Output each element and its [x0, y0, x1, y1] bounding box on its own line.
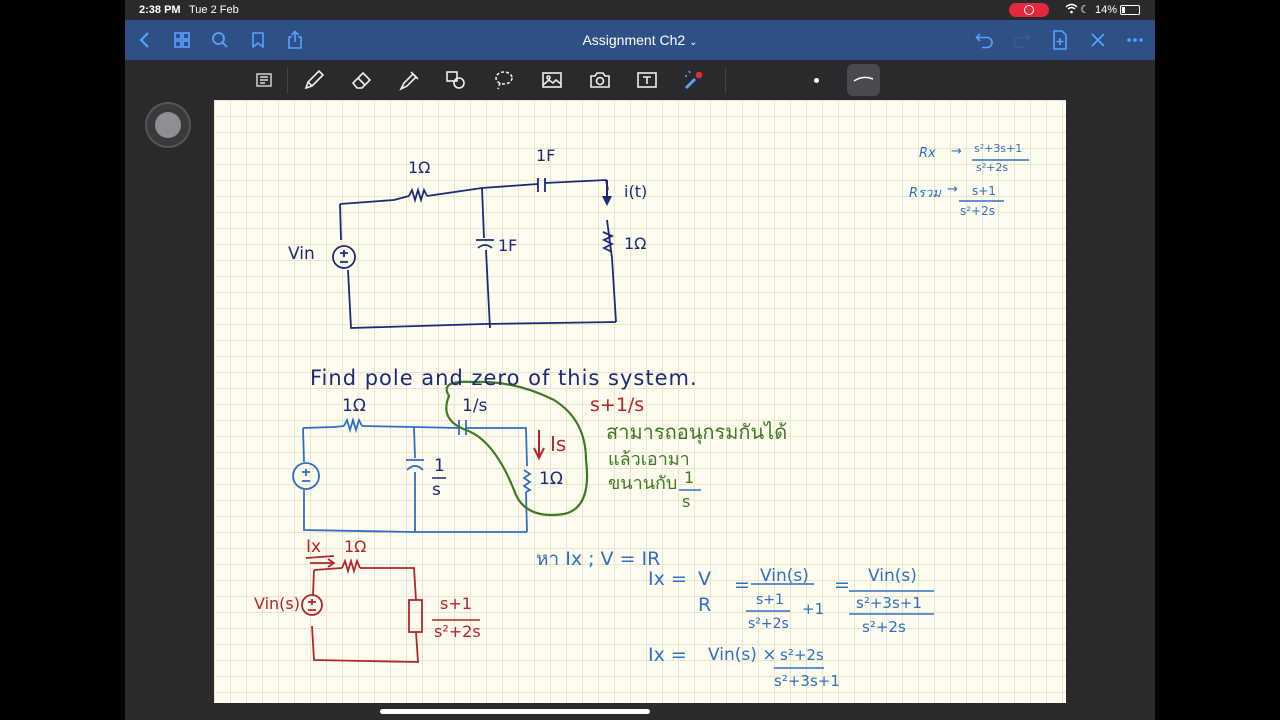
image-icon[interactable]: [537, 66, 567, 94]
document-title-text: Assignment Ch2: [582, 32, 686, 48]
top-circuit: [332, 178, 617, 329]
laser-pointer-icon[interactable]: [679, 66, 709, 94]
reading-mode-icon[interactable]: [249, 66, 279, 94]
mid-c-label: 1F: [498, 236, 518, 255]
tool-bar: [125, 60, 1155, 100]
equals-1: =: [734, 574, 750, 596]
green-frac-denominator: s: [682, 492, 691, 511]
denominator-2b: s²+2s: [862, 618, 906, 636]
stroke-dot-icon[interactable]: [809, 73, 823, 87]
top-c-label: 1F: [536, 146, 556, 165]
document-title[interactable]: Assignment Ch2 ⌄: [125, 32, 1155, 48]
rx-denominator: s²+2s: [976, 161, 1009, 174]
vin-numerator: Vin(s): [760, 566, 809, 586]
mid-r2-label: 1Ω: [539, 469, 563, 489]
rtotal-denominator: s²+2s: [960, 204, 996, 218]
math-fraction-bars: [679, 159, 1029, 669]
rtotal-arrow: →: [947, 182, 958, 197]
eraser-icon[interactable]: [347, 66, 377, 94]
current-label: i(t): [624, 182, 648, 201]
inner-denominator: s²+2s: [748, 616, 789, 632]
shapes-icon[interactable]: [441, 66, 471, 94]
series-expr: s+1/s: [590, 394, 645, 416]
undo-icon[interactable]: [973, 28, 997, 52]
mid-ctop-label: 1/s: [462, 396, 488, 416]
highlighter-icon[interactable]: [394, 66, 424, 94]
final-denominator: s²+3s+1: [774, 672, 840, 690]
equals-2: =: [834, 574, 850, 596]
vin-numerator-2: Vin(s): [868, 566, 917, 586]
red-r1-label: 1Ω: [344, 537, 367, 556]
final-lhs: Ix =: [648, 644, 687, 666]
rx-label: Rx: [919, 146, 936, 161]
vins-label: Vin(s): [254, 594, 300, 613]
r-symbol: R: [698, 594, 712, 616]
mid-r1-label: 1Ω: [342, 396, 366, 416]
rx-arrow: →: [951, 144, 962, 159]
denominator-2: s²+3s+1: [856, 594, 922, 612]
rtotal-label: Rรวม: [909, 186, 941, 201]
green-line-3: ขนานกับ: [608, 473, 678, 494]
plus-one: +1: [802, 600, 825, 618]
battery-icon: [1120, 5, 1140, 15]
close-icon[interactable]: [1086, 28, 1110, 52]
lasso-icon[interactable]: [489, 66, 519, 94]
mid-cmid-denominator: s: [432, 480, 441, 500]
is-label: Is: [550, 432, 567, 456]
status-time: 2:38 PM: [139, 4, 181, 16]
z-numerator: s+1: [440, 594, 472, 613]
nav-bar: Assignment Ch2 ⌄: [125, 20, 1155, 60]
home-indicator[interactable]: [380, 709, 650, 714]
note-page[interactable]: 1Ω 1F i(t) 1F 1Ω Vin Rx → s²+3s+1 s²+2s …: [214, 100, 1066, 703]
add-page-icon[interactable]: [1048, 28, 1072, 52]
toolbar-divider: [725, 68, 726, 94]
vin-label: Vin: [288, 244, 315, 264]
task-text: Find pole and zero of this system.: [310, 366, 698, 390]
assistive-touch-button[interactable]: [145, 102, 191, 148]
mid-circuit: [292, 416, 532, 533]
top-r1-label: 1Ω: [408, 158, 431, 177]
status-bar: 2:38 PM Tue 2 Feb ☾ 14%: [125, 0, 1155, 20]
right-r-label: 1Ω: [624, 234, 647, 253]
rx-numerator: s²+3s+1: [974, 142, 1023, 155]
mid-cmid-numerator: 1: [434, 456, 445, 476]
rtotal-numerator: s+1: [972, 184, 996, 198]
red-circuit: [301, 555, 423, 663]
more-icon[interactable]: [1123, 28, 1147, 52]
green-frac-numerator: 1: [684, 468, 695, 487]
screen-record-icon[interactable]: [1009, 3, 1049, 17]
final-numerator: s²+2s: [780, 646, 824, 664]
ix-label: Ix: [306, 537, 322, 557]
moon-icon: ☾: [1080, 4, 1090, 16]
battery-percent: 14%: [1095, 4, 1118, 16]
text-icon[interactable]: [632, 66, 662, 94]
z-denominator: s²+2s: [434, 622, 481, 641]
status-date: Tue 2 Feb: [189, 4, 239, 16]
ipad-screen: 2:38 PM Tue 2 Feb ☾ 14% Assignment Ch2⌄: [125, 0, 1155, 720]
work-line-1: หา Ix ; V = IR: [536, 548, 661, 570]
v-symbol: V: [698, 568, 711, 590]
inner-numerator: s+1: [756, 592, 784, 608]
stroke-curve-icon[interactable]: [847, 64, 880, 96]
wifi-icon: [1065, 3, 1078, 17]
ix-equals: Ix =: [648, 568, 687, 590]
chevron-down-icon: ⌄: [689, 37, 698, 48]
final-mid: Vin(s) ×: [708, 645, 777, 665]
camera-icon[interactable]: [585, 66, 615, 94]
pen-icon[interactable]: [299, 66, 329, 94]
redo-icon[interactable]: [1009, 28, 1033, 52]
toolbar-divider: [287, 68, 288, 94]
